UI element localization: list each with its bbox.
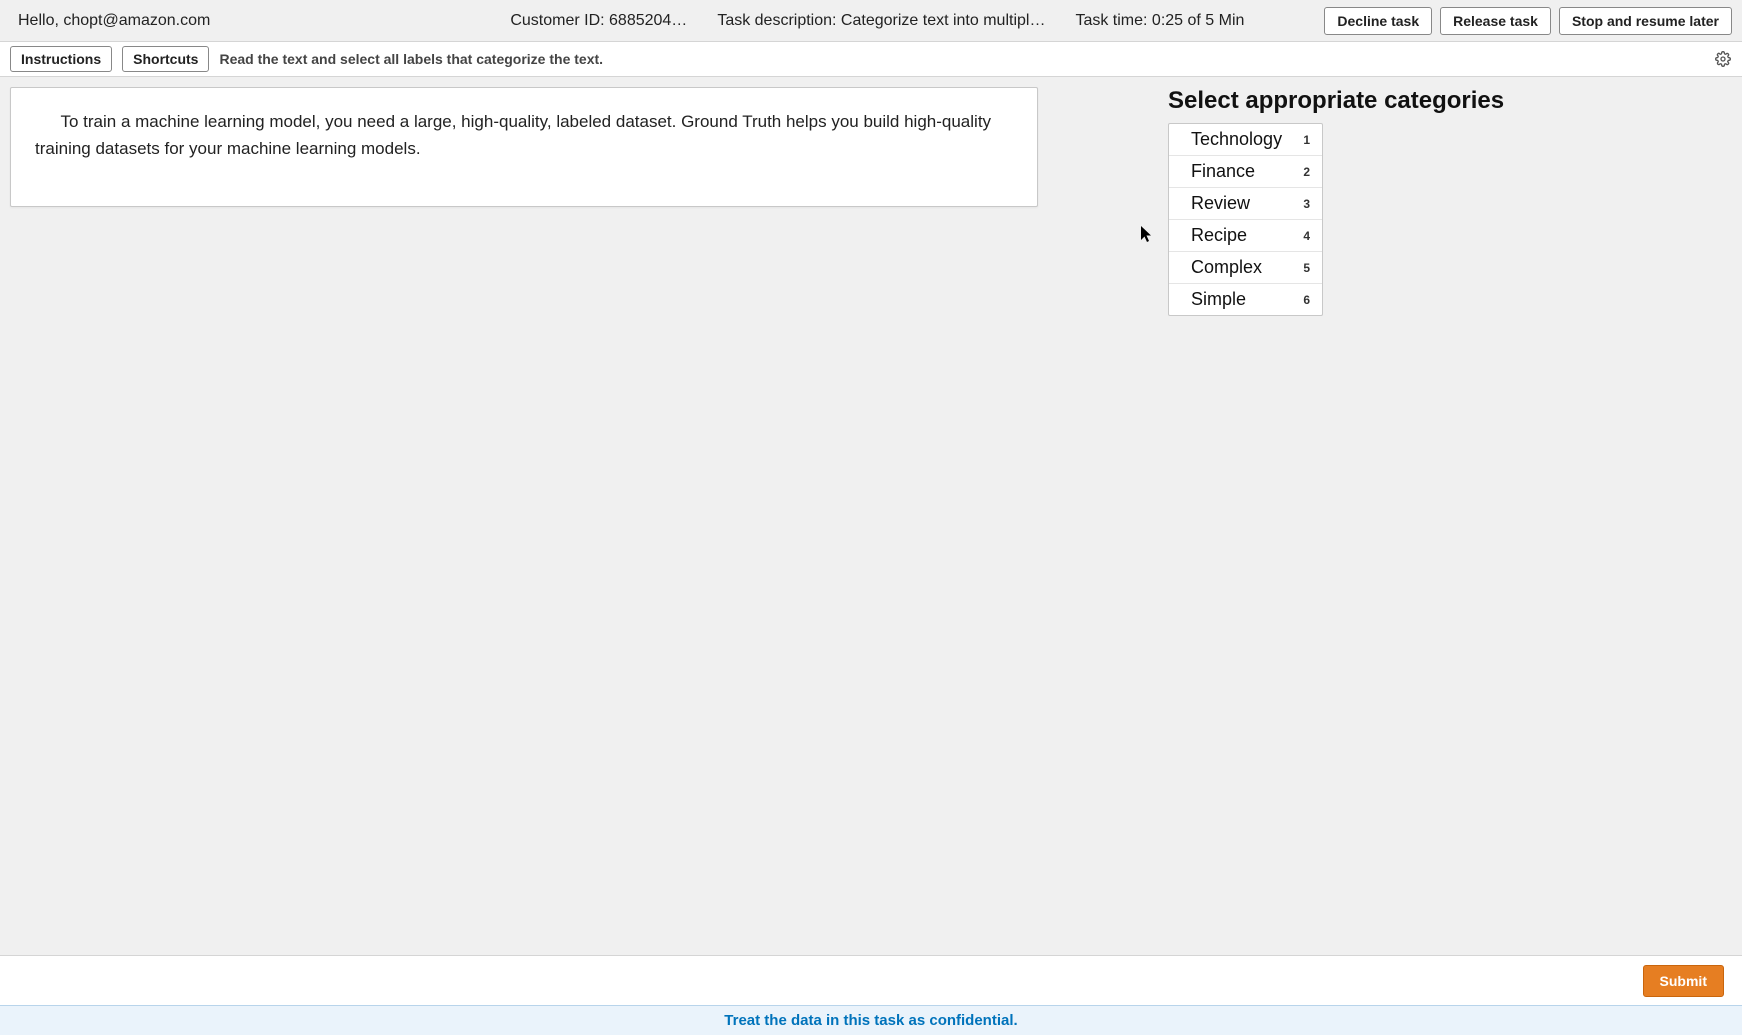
category-item-finance[interactable]: Finance 2 — [1169, 156, 1322, 188]
category-shortcut: 1 — [1303, 133, 1310, 147]
text-panel: To train a machine learning model, you n… — [10, 87, 1038, 207]
customer-id: Customer ID: 6885204… — [510, 12, 687, 30]
task-text: To train a machine learning model, you n… — [35, 108, 1013, 162]
toolbar-hint: Read the text and select all labels that… — [219, 51, 603, 67]
confidential-text: Treat the data in this task as confident… — [724, 1012, 1017, 1029]
category-panel: Select appropriate categories Technology… — [1168, 87, 1504, 316]
category-label: Finance — [1191, 161, 1255, 182]
category-label: Complex — [1191, 257, 1262, 278]
category-item-recipe[interactable]: Recipe 4 — [1169, 220, 1322, 252]
category-item-simple[interactable]: Simple 6 — [1169, 284, 1322, 315]
category-shortcut: 5 — [1303, 261, 1310, 275]
settings-icon[interactable] — [1714, 50, 1732, 68]
category-shortcut: 6 — [1303, 293, 1310, 307]
confidential-banner: Treat the data in this task as confident… — [0, 1005, 1742, 1035]
task-meta-group: Customer ID: 6885204… Task description: … — [510, 12, 1244, 30]
instructions-button[interactable]: Instructions — [10, 46, 112, 72]
footer-bar: Submit — [0, 955, 1742, 1005]
category-item-review[interactable]: Review 3 — [1169, 188, 1322, 220]
task-description: Task description: Categorize text into m… — [717, 12, 1045, 30]
category-shortcut: 4 — [1303, 229, 1310, 243]
release-task-button[interactable]: Release task — [1440, 7, 1551, 35]
stop-resume-button[interactable]: Stop and resume later — [1559, 7, 1732, 35]
top-actions: Decline task Release task Stop and resum… — [1324, 7, 1732, 35]
category-label: Technology — [1191, 129, 1282, 150]
task-time: Task time: 0:25 of 5 Min — [1075, 12, 1244, 30]
top-bar: Hello, chopt@amazon.com Customer ID: 688… — [0, 0, 1742, 42]
toolbar: Instructions Shortcuts Read the text and… — [0, 42, 1742, 77]
workspace: To train a machine learning model, you n… — [0, 77, 1742, 955]
category-item-complex[interactable]: Complex 5 — [1169, 252, 1322, 284]
shortcuts-button[interactable]: Shortcuts — [122, 46, 209, 72]
category-item-technology[interactable]: Technology 1 — [1169, 124, 1322, 156]
category-title: Select appropriate categories — [1168, 87, 1504, 115]
greeting-text: Hello, chopt@amazon.com — [10, 12, 210, 30]
category-shortcut: 3 — [1303, 197, 1310, 211]
cursor-icon — [1140, 225, 1154, 243]
category-label: Review — [1191, 193, 1250, 214]
category-list: Technology 1 Finance 2 Review 3 Recipe 4… — [1168, 123, 1323, 316]
submit-button[interactable]: Submit — [1643, 965, 1724, 997]
category-label: Recipe — [1191, 225, 1247, 246]
category-label: Simple — [1191, 289, 1246, 310]
decline-task-button[interactable]: Decline task — [1324, 7, 1432, 35]
category-shortcut: 2 — [1303, 165, 1310, 179]
